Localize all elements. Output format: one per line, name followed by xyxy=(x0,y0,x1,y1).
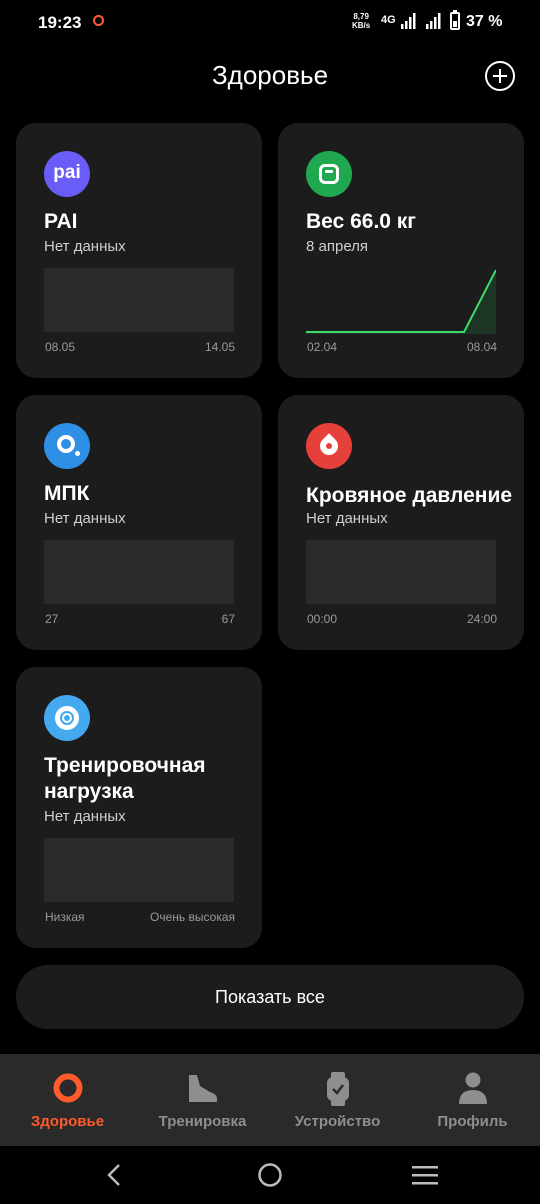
battery-percent: 37 % xyxy=(466,13,503,30)
training-load-icon xyxy=(44,695,90,741)
nav-label: Устройство xyxy=(294,1113,381,1130)
axis-end-label: 67 xyxy=(221,612,235,626)
person-icon xyxy=(458,1072,487,1104)
status-time: 19:23 xyxy=(38,13,82,32)
battery-icon xyxy=(450,12,460,30)
health-ring-icon xyxy=(53,1073,82,1103)
nav-label: Здоровье xyxy=(30,1113,105,1130)
card-title: PAI xyxy=(44,210,78,233)
system-nav-bar xyxy=(0,1146,540,1204)
watch-icon xyxy=(326,1072,349,1106)
shoe-icon xyxy=(188,1075,217,1102)
nav-item-workout[interactable]: Тренировка xyxy=(135,1054,270,1146)
signal-icon-2 xyxy=(426,13,441,29)
card-title: МПК xyxy=(44,482,90,505)
scale-icon xyxy=(306,151,352,197)
card-subtitle: Нет данных xyxy=(44,510,126,527)
chart-placeholder xyxy=(44,268,234,332)
chart-placeholder xyxy=(44,838,234,902)
axis-start-label: 00:00 xyxy=(307,612,338,626)
card-subtitle: Нет данных xyxy=(306,510,388,527)
menu-icon[interactable] xyxy=(412,1165,438,1185)
axis-end-label: 14.05 xyxy=(204,340,235,354)
chart-placeholder xyxy=(44,540,234,604)
card-subtitle: 8 апреля xyxy=(306,238,369,255)
card-weight[interactable]: Вес 66.0 кг 8 апреля 02.04 08.04 xyxy=(278,123,524,378)
card-subtitle: Нет данных xyxy=(44,238,126,255)
card-title: Кровяное давление xyxy=(306,484,513,507)
chart-line xyxy=(306,269,496,333)
page-title: Здоровье xyxy=(211,60,329,90)
card-title: Вес 66.0 кг xyxy=(306,210,417,233)
network-type: 4G xyxy=(381,14,396,26)
show-all-button[interactable]: Показать все xyxy=(16,965,524,1029)
card-pai[interactable]: pai PAI Нет данных 08.05 14.05 xyxy=(16,123,262,378)
status-bar: 19:23 8,79 KB/s 4G 37 % xyxy=(0,0,540,44)
signal-icon xyxy=(401,13,416,29)
network-speed: 8,79 KB/s xyxy=(352,12,371,30)
axis-end-label: Очень высокая xyxy=(150,910,235,924)
pai-icon: pai xyxy=(44,151,90,197)
nav-label: Тренировка xyxy=(158,1113,247,1130)
blood-drop-icon xyxy=(306,423,352,469)
card-blood-pressure[interactable]: Кровяное давление Нет данных 00:00 24:00 xyxy=(278,395,524,650)
back-icon[interactable] xyxy=(105,1163,123,1187)
card-subtitle: Нет данных xyxy=(44,808,126,825)
axis-start-label: 27 xyxy=(45,612,59,626)
nav-item-profile[interactable]: Профиль xyxy=(405,1054,540,1146)
axis-end-label: 08.04 xyxy=(466,340,497,354)
nav-label: Профиль xyxy=(437,1113,508,1130)
card-training-load[interactable]: Тренировочная нагрузка Нет данных Низкая… xyxy=(16,667,262,948)
axis-start-label: 08.05 xyxy=(45,340,76,354)
chart-placeholder xyxy=(306,540,496,604)
axis-start-label: 02.04 xyxy=(307,340,338,354)
nav-item-device[interactable]: Устройство xyxy=(270,1054,405,1146)
home-icon[interactable] xyxy=(257,1162,283,1188)
axis-end-label: 24:00 xyxy=(466,612,497,626)
axis-start-label: Низкая xyxy=(45,910,85,924)
recording-icon xyxy=(93,15,104,26)
card-title: Тренировочная нагрузка xyxy=(44,754,206,803)
plus-circle-icon[interactable] xyxy=(485,61,515,91)
nav-item-health[interactable]: Здоровье xyxy=(0,1054,135,1146)
vo2max-icon xyxy=(44,423,90,469)
card-vo2max[interactable]: МПК Нет данных 27 67 xyxy=(16,395,262,650)
weight-line-chart xyxy=(306,269,496,334)
health-screen: 19:23 8,79 KB/s 4G 37 % Здоровье pai PAI… xyxy=(0,0,540,1204)
bottom-nav: Здоровье Тренировка Устройство Профиль xyxy=(0,1054,540,1146)
